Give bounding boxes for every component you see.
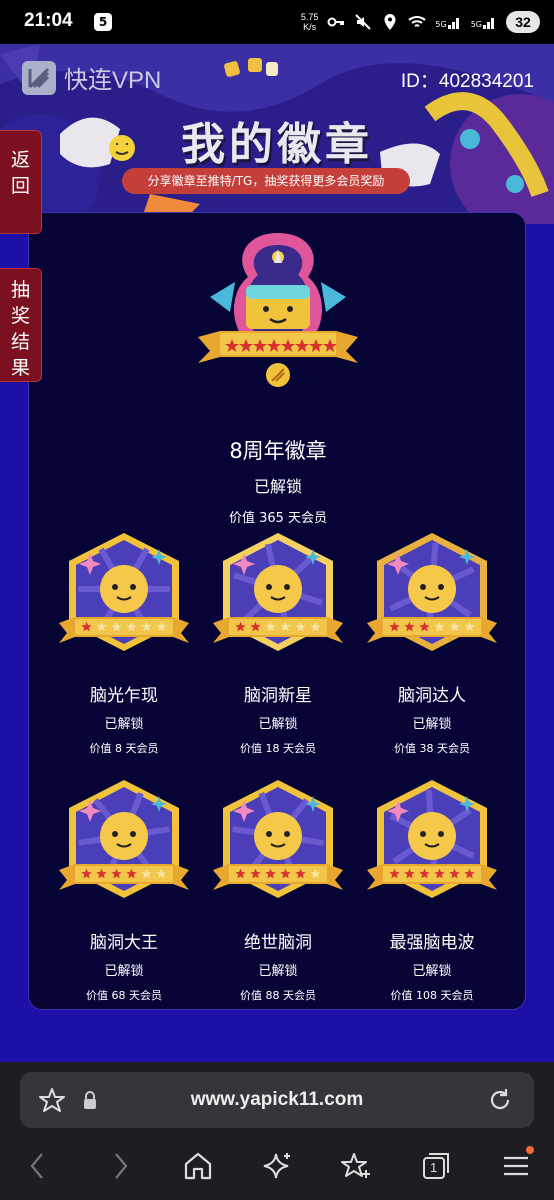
badge-name: 脑洞大王 (90, 933, 158, 953)
badge-status: 已解锁 (104, 717, 144, 732)
badge-king-icon (59, 780, 189, 898)
badge-value: 价值 38 天会员 (394, 742, 470, 755)
anniversary-badge-icon (198, 233, 358, 387)
badge-ribbon-inner (383, 619, 481, 635)
brain-character (254, 812, 302, 860)
badge-value: 价值 88 天会员 (240, 989, 316, 1002)
brain-eye (112, 831, 118, 837)
tab-count: 1 (430, 1160, 438, 1175)
star-plus-icon[interactable] (340, 1150, 372, 1182)
status-bar: 21:04 5 5.75 K/s 5G 5G 32 (0, 0, 554, 44)
lottery-results-tab[interactable]: 抽 奖 结 果 (0, 268, 42, 382)
brain-character (100, 565, 148, 613)
badge-status: 已解锁 (258, 964, 298, 979)
status-icons: 5.75 K/s 5G 5G 32 (301, 8, 540, 36)
back-tab[interactable]: 返 回 (0, 130, 42, 234)
brain-eye (266, 831, 272, 837)
badge-name: 绝世脑洞 (244, 933, 312, 953)
badge-status: 已解锁 (258, 717, 298, 732)
badge-name: 脑光乍现 (90, 686, 158, 706)
back-icon[interactable] (22, 1150, 54, 1182)
badge-card[interactable]: 脑洞大王已解锁价值 68 天会员 (47, 778, 201, 1003)
brain-eye (284, 831, 290, 837)
badge-new-star-icon (213, 533, 343, 651)
brain-character (254, 565, 302, 613)
brain-eye (130, 831, 136, 837)
badge-brainstorm-icon (59, 533, 189, 651)
app-logo: 快连VPN (22, 60, 161, 95)
badge-panel: 8周年徽章 已解锁 价值 365 天会员 脑光乍现 已解锁 价值 8 天会员 脑洞新… (28, 212, 526, 1010)
url-text[interactable]: www.yapick11.com (20, 1089, 534, 1111)
badge-value: 价值 8 天会员 (89, 742, 159, 755)
status-time: 21:04 (24, 10, 73, 31)
brain-eye (284, 584, 290, 590)
brain-eye (420, 584, 426, 590)
badge-value: 价值 108 天会员 (390, 989, 474, 1002)
badge-value: 价值 18 天会员 (240, 742, 316, 755)
badge-ribbon-inner (75, 619, 173, 635)
badge-status: 已解锁 (412, 964, 452, 979)
badge-ribbon-inner (229, 619, 327, 635)
tabs-button[interactable]: 1 (420, 1150, 452, 1182)
page-title: 我的徽章 (181, 119, 373, 170)
badge-name: 最强脑电波 (389, 933, 475, 953)
signal-5g-2: 5G (471, 15, 497, 29)
brain-eye (438, 584, 444, 590)
badge-grid: 脑光乍现 已解锁 价值 8 天会员 脑洞新星 已解锁 价值 18 天会员 脑洞达人 已解锁… (29, 531, 527, 1003)
address-bar[interactable]: www.yapick11.com (20, 1072, 534, 1128)
key-icon (327, 17, 345, 27)
featured-badge[interactable]: 8周年徽章 已解锁 价值 365 天会员 (29, 227, 527, 526)
reload-icon[interactable] (486, 1086, 514, 1114)
sparkle-icon[interactable] (262, 1150, 294, 1182)
brain-eye (420, 831, 426, 837)
location-icon (384, 14, 396, 30)
forward-icon[interactable] (104, 1150, 136, 1182)
badge-card[interactable]: 脑洞达人已解锁价值 38 天会员 (355, 531, 509, 756)
badge-name: 脑洞达人 (398, 686, 466, 706)
mute-icon (355, 14, 372, 30)
page-subtitle: 分享徽章至推特/TG，抽奖获得更多会员奖励 (122, 168, 410, 194)
badge-expert-icon (367, 533, 497, 651)
badge-ribbon-inner (229, 866, 327, 882)
badge-value: 价值 365 天会员 (228, 511, 328, 526)
badge-value: 价值 68 天会员 (86, 989, 162, 1002)
badge-status: 已解锁 (412, 717, 452, 732)
badge-status: 已解锁 (104, 964, 144, 979)
badge-name: 8周年徽章 (229, 439, 327, 463)
brain-eye (112, 584, 118, 590)
browser-toolbar: www.yapick11.com 1 (0, 1062, 554, 1200)
signal-5g-1: 5G (435, 15, 461, 29)
brain-eye (438, 831, 444, 837)
badge-card[interactable]: 脑洞新星已解锁价值 18 天会员 (201, 531, 355, 756)
badge-peerless-icon (213, 780, 343, 898)
badge-ribbon-inner (383, 866, 481, 882)
brain-eye (130, 584, 136, 590)
brain-character (100, 812, 148, 860)
user-id: ID：402834201 (400, 71, 534, 92)
badge-ribbon-inner (75, 866, 173, 882)
badge-card[interactable]: 脑光乍现已解锁价值 8 天会员 (47, 531, 201, 756)
brain-eye (266, 584, 272, 590)
badge-name: 脑洞新星 (244, 686, 312, 706)
brain-character (408, 812, 456, 860)
badge-banner: 快连VPN ID：402834201 我的徽章 分享徽章至推特/TG，抽奖获得更… (0, 44, 554, 224)
kuailian-logo-icon (22, 60, 56, 95)
badge-brainwave-icon (367, 780, 497, 898)
wifi-icon (408, 16, 427, 27)
network-speed-unit: K/s (303, 22, 317, 32)
badge-status: 已解锁 (253, 477, 302, 496)
network-speed-value: 5.75 (300, 12, 319, 22)
notification-app-icon: 5 (94, 13, 112, 31)
app-name: 快连VPN (64, 67, 162, 94)
badge-card[interactable]: 绝世脑洞已解锁价值 88 天会员 (201, 778, 355, 1003)
network-speed: 5.75 K/s (301, 12, 319, 32)
battery-indicator: 32 (506, 11, 540, 33)
brain-character (408, 565, 456, 613)
menu-icon[interactable] (500, 1150, 532, 1182)
menu-notification-dot (526, 1146, 534, 1154)
browser-nav: 1 (0, 1146, 554, 1190)
home-icon[interactable] (182, 1150, 214, 1182)
badge-card[interactable]: 最强脑电波已解锁价值 108 天会员 (355, 778, 509, 1003)
